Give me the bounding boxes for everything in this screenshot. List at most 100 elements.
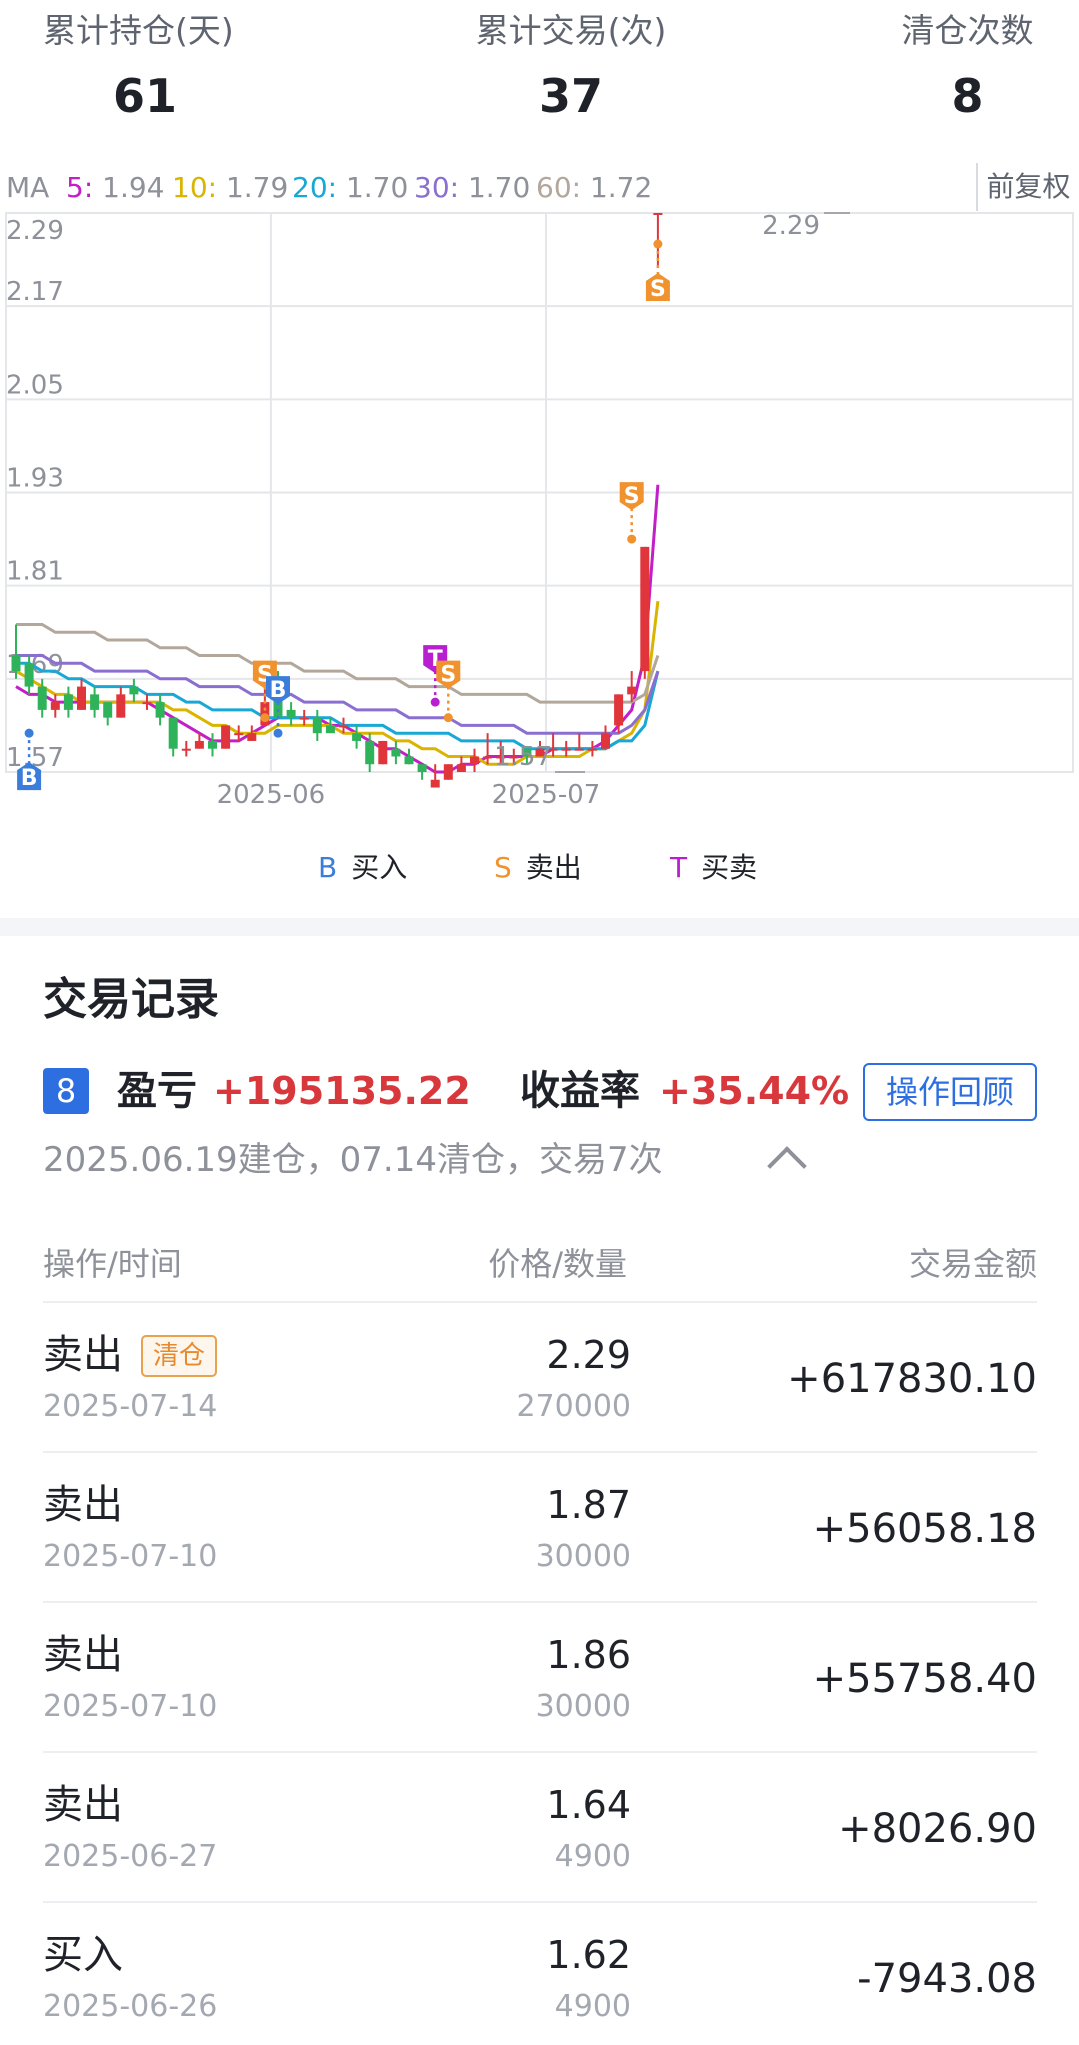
stat-holding-days: 累计持仓(天) 61 xyxy=(43,8,234,128)
marker-dot xyxy=(24,728,34,738)
section-divider xyxy=(0,918,1079,936)
ma-indicator-bar: MA 5: 1.94 10: 1.79 20: 1.70 30: 1.70 60… xyxy=(0,165,1079,211)
return-label: 收益率 xyxy=(520,1068,640,1114)
pnl-value: +195135.22 xyxy=(213,1069,471,1113)
ma-60: 60: 1.72 xyxy=(536,165,652,211)
kline-chart[interactable]: 2.29 2.17 2.05 1.93 1.81 1.69 1.57 2025-06 2025-… xyxy=(0,210,1079,850)
ma-20: 20: 1.70 xyxy=(292,165,408,211)
candle-body xyxy=(208,740,217,749)
legend-trade-label: 买卖 xyxy=(701,851,758,884)
stat-clear-count: 清仓次数 8 xyxy=(895,8,1040,128)
marker-dot xyxy=(653,239,663,249)
candle-body xyxy=(325,725,335,734)
review-button[interactable]: 操作回顾 xyxy=(863,1063,1037,1121)
row-price: 1.86 xyxy=(546,1633,631,1677)
section-title: 交易记录 xyxy=(43,974,219,1025)
ma-60-value: 1.72 xyxy=(589,171,653,204)
return-value: +35.44% xyxy=(659,1069,850,1113)
x-tick-label: 2025-07 xyxy=(492,780,601,810)
ma-10: 10: 1.79 xyxy=(172,165,288,211)
row-date: 2025-07-14 xyxy=(43,1389,218,1424)
row-quantity: 30000 xyxy=(535,1539,631,1574)
y-tick-label: 2.17 xyxy=(6,277,64,307)
y-tick-label: 2.29 xyxy=(6,216,64,246)
legend-buy: B 买入 xyxy=(318,843,407,893)
row-operation: 买入 xyxy=(43,1932,123,1978)
row-date: 2025-06-26 xyxy=(43,1989,218,2024)
candle-body xyxy=(24,663,34,687)
ma-20-value: 1.70 xyxy=(345,171,409,204)
table-row[interactable]: 卖出 2025-07-10 1.86 30000 +55758.40 xyxy=(43,1603,1037,1753)
candle-body xyxy=(234,733,244,736)
adjust-mode-button[interactable]: 前复权 xyxy=(976,163,1079,211)
legend-sell-label: 卖出 xyxy=(525,851,582,884)
x-tick-label: 2025-06 xyxy=(217,780,326,810)
candle-body xyxy=(142,702,152,705)
ma-30-key: 30: xyxy=(414,171,460,204)
round-summary: 8 盈亏 +195135.22 收益率 +35.44% 操作回顾 xyxy=(43,1060,1037,1122)
candle-body xyxy=(614,694,624,726)
candle-body xyxy=(103,702,113,718)
row-quantity: 270000 xyxy=(516,1389,631,1424)
candle-body xyxy=(37,686,47,710)
candle-body xyxy=(352,733,362,741)
row-quantity: 4900 xyxy=(554,1989,631,2024)
chevron-up-icon[interactable] xyxy=(767,1146,807,1186)
row-amount: +617830.10 xyxy=(787,1356,1037,1402)
candle-body xyxy=(90,694,100,710)
candle-body xyxy=(601,733,610,749)
y-tick-label: 1.81 xyxy=(6,557,64,587)
round-subinfo[interactable]: 2025.06.19建仓，07.14清仓，交易7次 xyxy=(43,1132,807,1188)
candle-body xyxy=(456,764,466,772)
candle-body xyxy=(77,686,86,710)
row-date: 2025-07-10 xyxy=(43,1689,218,1724)
candle-body xyxy=(365,740,375,765)
candle-body xyxy=(653,213,663,215)
legend-sell-key: S xyxy=(494,851,512,884)
candle-body xyxy=(470,756,479,765)
row-operation: 卖出 xyxy=(43,1482,123,1528)
marker-s-label: S xyxy=(624,484,640,509)
marker-dot xyxy=(430,697,440,707)
ma-prefix: MA xyxy=(6,171,50,204)
legend-buy-key: B xyxy=(318,851,338,884)
header-price-qty: 价格/数量 xyxy=(488,1245,627,1283)
ma-5-key: 5: xyxy=(66,171,94,204)
table-row[interactable]: 卖出 2025-06-27 1.64 4900 +8026.90 xyxy=(43,1753,1037,1903)
ma-5-value: 1.94 xyxy=(102,171,165,204)
stats-header: 累计持仓(天) 61 累计交易(次) 37 清仓次数 8 xyxy=(0,0,1079,160)
min-price-label: 1.57 xyxy=(494,742,552,772)
candle-body xyxy=(168,717,178,749)
ma-line-60 xyxy=(16,623,660,704)
candle-body xyxy=(627,686,637,695)
candle-body xyxy=(561,748,571,751)
ma-10-value: 1.79 xyxy=(225,171,289,204)
candle-body xyxy=(181,748,191,751)
candle-body xyxy=(443,764,453,780)
marker-dot xyxy=(273,728,283,738)
candle-body xyxy=(378,740,388,765)
table-row[interactable]: 卖出 2025-07-10 1.87 30000 +56058.18 xyxy=(43,1453,1037,1603)
legend-trade-key: T xyxy=(670,851,688,884)
ma-10-key: 10: xyxy=(172,171,218,204)
header-op-time: 操作/时间 xyxy=(43,1245,182,1283)
kline-chart-svg: 2.292.172.051.931.811.691.572025-06 2025-… xyxy=(5,211,1074,810)
row-quantity: 30000 xyxy=(535,1689,631,1724)
candle-body xyxy=(587,748,597,751)
ma-line-20 xyxy=(16,661,660,751)
candle-body xyxy=(116,694,126,718)
candle-body xyxy=(50,702,60,710)
y-tick-label: 1.93 xyxy=(6,464,64,494)
y-tick-label: 2.05 xyxy=(6,370,64,400)
candle-body xyxy=(247,733,257,741)
ma-line-10 xyxy=(15,601,660,766)
candle-body xyxy=(194,740,204,749)
row-operation: 卖出 xyxy=(43,1632,123,1678)
clear-position-tag: 清仓 xyxy=(141,1335,218,1377)
candle-body xyxy=(63,694,73,710)
row-amount: +8026.90 xyxy=(838,1806,1037,1852)
table-row[interactable]: 卖出 清仓 2025-07-14 2.29 270000 +617830.10 xyxy=(43,1303,1037,1453)
legend-sell: S 卖出 xyxy=(494,843,582,893)
row-date: 2025-06-27 xyxy=(43,1839,218,1874)
table-row[interactable]: 买入 2025-06-26 1.62 4900 -7943.08 xyxy=(43,1903,1037,2045)
